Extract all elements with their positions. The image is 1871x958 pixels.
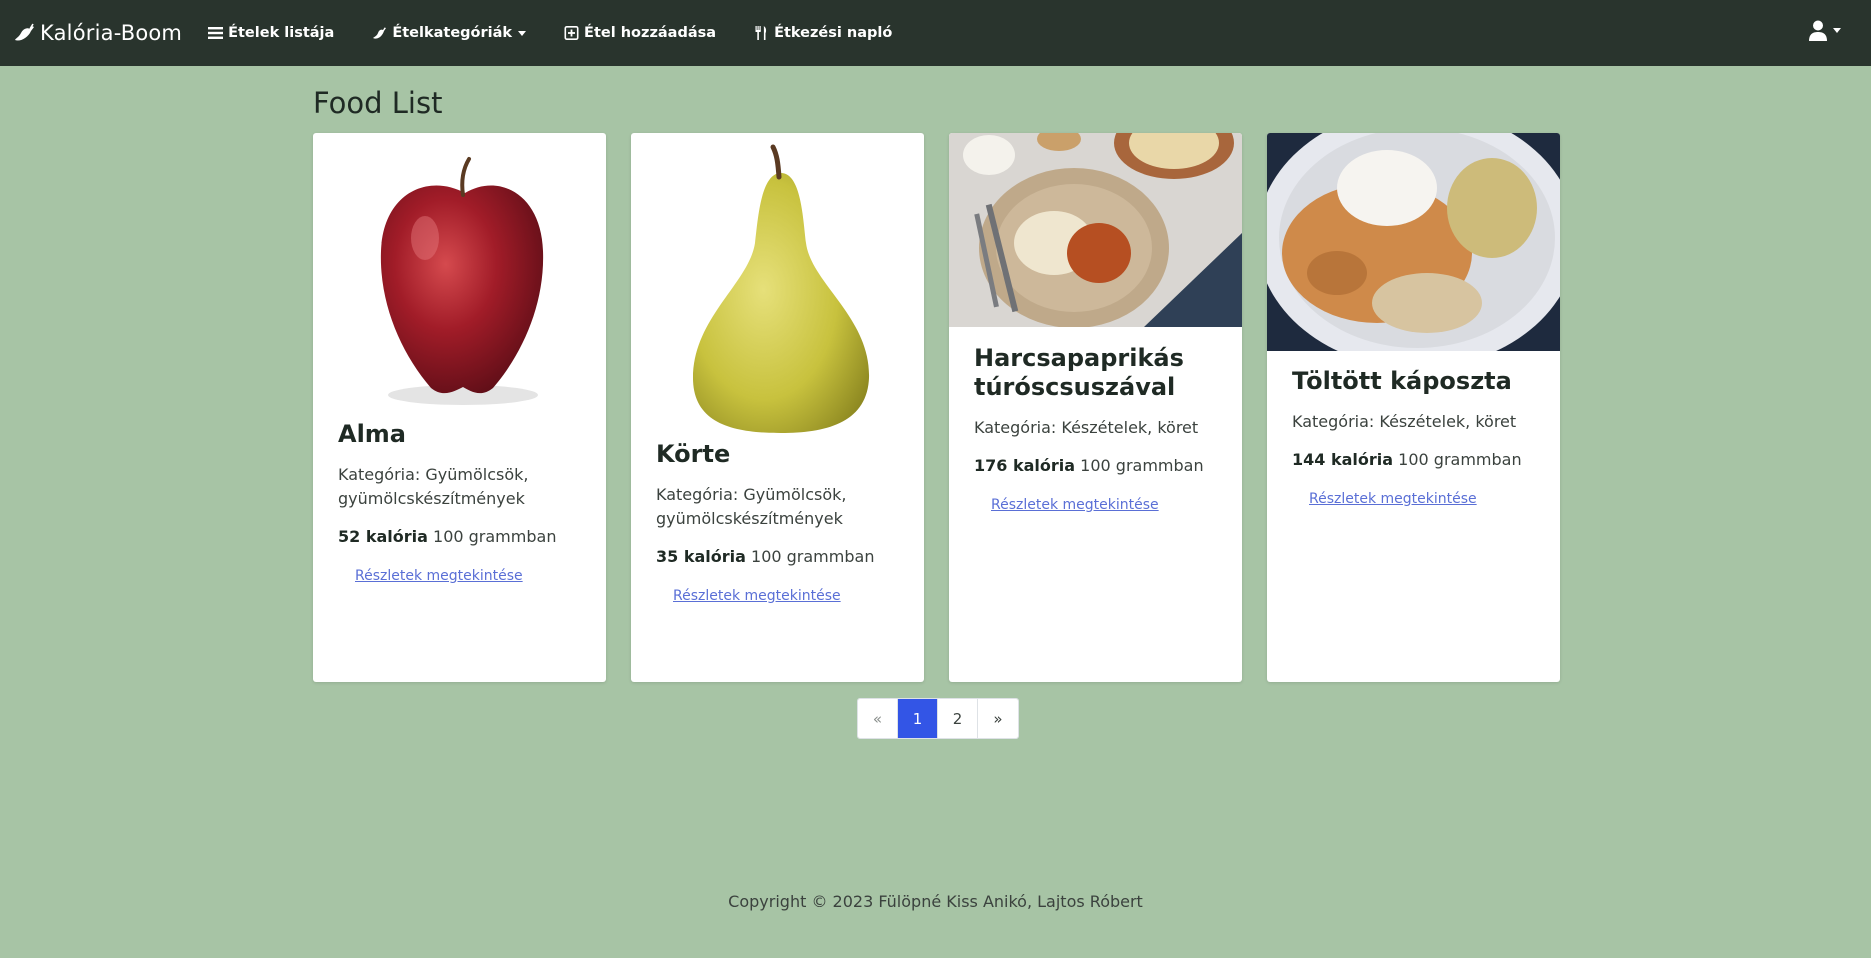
previous-page-button[interactable]: « [858,699,898,738]
food-card: Körte Kategória: Gyümölcsök, gyümölcskés… [631,133,924,682]
food-image [631,133,924,453]
pepper-icon [373,27,387,39]
footer-copyright: Copyright © 2023 Fülöpné Kiss Anikó, Laj… [728,892,1143,911]
utensils-icon [755,26,767,40]
page-button-1[interactable]: 1 [898,699,938,738]
details-link[interactable]: Részletek megtekintése [673,588,841,604]
food-image [1267,133,1560,351]
list-icon [208,27,224,39]
food-card: Alma Kategória: Gyümölcsök, gyümölcskész… [313,133,606,682]
nav-item-label: Ételkategóriák [392,25,513,41]
calories-value: 176 kalória [974,456,1076,475]
brand-name: Kalória-Boom [40,21,183,45]
food-card: Töltött káposzta Kategória: Készételek, … [1267,133,1560,682]
food-calories: 52 kalória 100 grammban [338,527,581,546]
user-icon [1809,20,1827,41]
calories-unit: 100 grammban [433,527,557,546]
plus-square-icon [564,26,579,40]
next-page-button[interactable]: » [978,699,1018,738]
food-calories: 176 kalória 100 grammban [974,456,1217,475]
nav-item-categories[interactable]: Ételkategóriák [372,25,527,41]
calories-value: 52 kalória [338,527,428,546]
nav-item-meal-diary[interactable]: Étkezési napló [754,25,892,41]
details-link[interactable]: Részletek megtekintése [991,497,1159,513]
food-category: Kategória: Gyümölcsök, gyümölcskészítmén… [656,485,847,528]
calories-value: 144 kalória [1292,450,1394,469]
food-category: Kategória: Készételek, köret [1292,412,1517,431]
nav-item-label: Ételek listája [228,25,335,41]
pepper-icon [15,23,34,41]
calories-unit: 100 grammban [1398,450,1522,469]
details-link[interactable]: Részletek megtekintése [355,568,523,584]
calories-value: 35 kalória [656,547,746,566]
food-image [949,133,1242,327]
chevron-down-icon [518,30,527,36]
nav-item-label: Étkezési napló [774,25,893,41]
navbar: Kalória-Boom Ételek listája Ételkategóri… [0,0,1871,66]
page-button-2[interactable]: 2 [938,699,978,738]
details-link[interactable]: Részletek megtekintése [1309,491,1477,507]
food-calories: 144 kalória 100 grammban [1292,450,1535,469]
food-card: Harcsapaprikás túróscsuszával Kategória:… [949,133,1242,682]
food-name: Harcsapaprikás túróscsuszával [974,344,1184,401]
chevron-down-icon [1833,28,1841,33]
user-menu[interactable] [1809,20,1841,41]
nav-item-food-list[interactable]: Ételek listája [208,25,334,41]
food-image [313,133,606,433]
nav-item-label: Étel hozzáadása [584,25,717,41]
calories-unit: 100 grammban [751,547,875,566]
food-calories: 35 kalória 100 grammban [656,547,899,566]
page-title: Food List [313,86,443,120]
nav-item-add-food[interactable]: Étel hozzáadása [564,25,716,41]
food-name: Töltött káposzta [1292,367,1512,395]
food-category: Kategória: Gyümölcsök, gyümölcskészítmén… [338,465,529,508]
pagination: « 1 2 » [857,698,1019,739]
food-category: Kategória: Készételek, köret [974,418,1199,437]
brand-link[interactable]: Kalória-Boom [12,21,182,45]
calories-unit: 100 grammban [1080,456,1204,475]
